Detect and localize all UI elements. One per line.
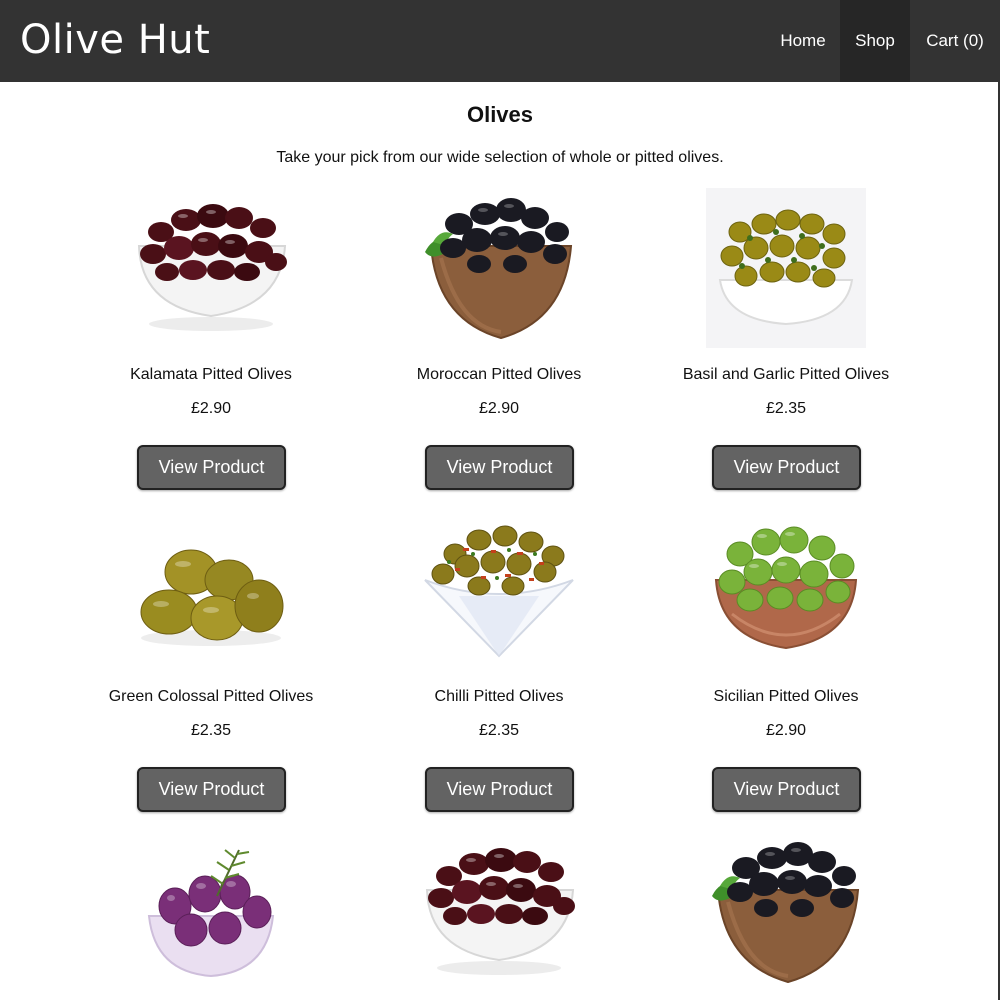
moroccan-olives-image[interactable] xyxy=(419,188,579,348)
product-price: £2.90 xyxy=(190,400,232,417)
kalamata-olives-image[interactable] xyxy=(131,188,291,348)
view-product-button[interactable]: View Product xyxy=(425,445,574,490)
product-name[interactable]: Green Colossal Pitted Olives xyxy=(81,688,341,706)
purple-olives-image[interactable] xyxy=(131,832,291,992)
view-product-button[interactable]: View Product xyxy=(712,445,861,490)
product-name[interactable]: Kalamata Pitted Olives xyxy=(81,366,341,384)
nav-cart[interactable]: Cart (0) xyxy=(910,0,1000,82)
product-price: £2.35 xyxy=(478,722,520,739)
sicilian-olives-image[interactable] xyxy=(706,510,866,670)
view-product-button[interactable]: View Product xyxy=(425,767,574,812)
product-name[interactable]: Chilli Pitted Olives xyxy=(369,688,629,706)
basil-garlic-olives-image[interactable] xyxy=(706,188,866,348)
nav-home[interactable]: Home xyxy=(766,0,840,82)
green-colossal-olives-image[interactable] xyxy=(131,510,291,670)
product-name[interactable]: Sicilian Pitted Olives xyxy=(656,688,916,706)
page-title: Olives xyxy=(466,102,534,127)
page-intro: Take your pick from our wide selection o… xyxy=(276,149,724,166)
product-price: £2.90 xyxy=(765,722,807,739)
view-product-button[interactable]: View Product xyxy=(712,767,861,812)
view-product-button[interactable]: View Product xyxy=(137,445,286,490)
navbar: Olive Hut Home Shop Cart (0) xyxy=(0,0,1000,82)
product-price: £2.90 xyxy=(478,400,520,417)
product-name[interactable]: Moroccan Pitted Olives xyxy=(369,366,629,384)
product-price: £2.35 xyxy=(190,722,232,739)
product-price: £2.35 xyxy=(765,400,807,417)
view-product-button[interactable]: View Product xyxy=(137,767,286,812)
kalamata-olives-image[interactable] xyxy=(419,832,579,992)
brand-logo[interactable]: Olive Hut xyxy=(20,14,210,66)
black-olives-image[interactable] xyxy=(706,832,866,992)
product-name[interactable]: Basil and Garlic Pitted Olives xyxy=(656,366,916,384)
chilli-olives-image[interactable] xyxy=(419,510,579,670)
nav-shop[interactable]: Shop xyxy=(840,0,910,82)
